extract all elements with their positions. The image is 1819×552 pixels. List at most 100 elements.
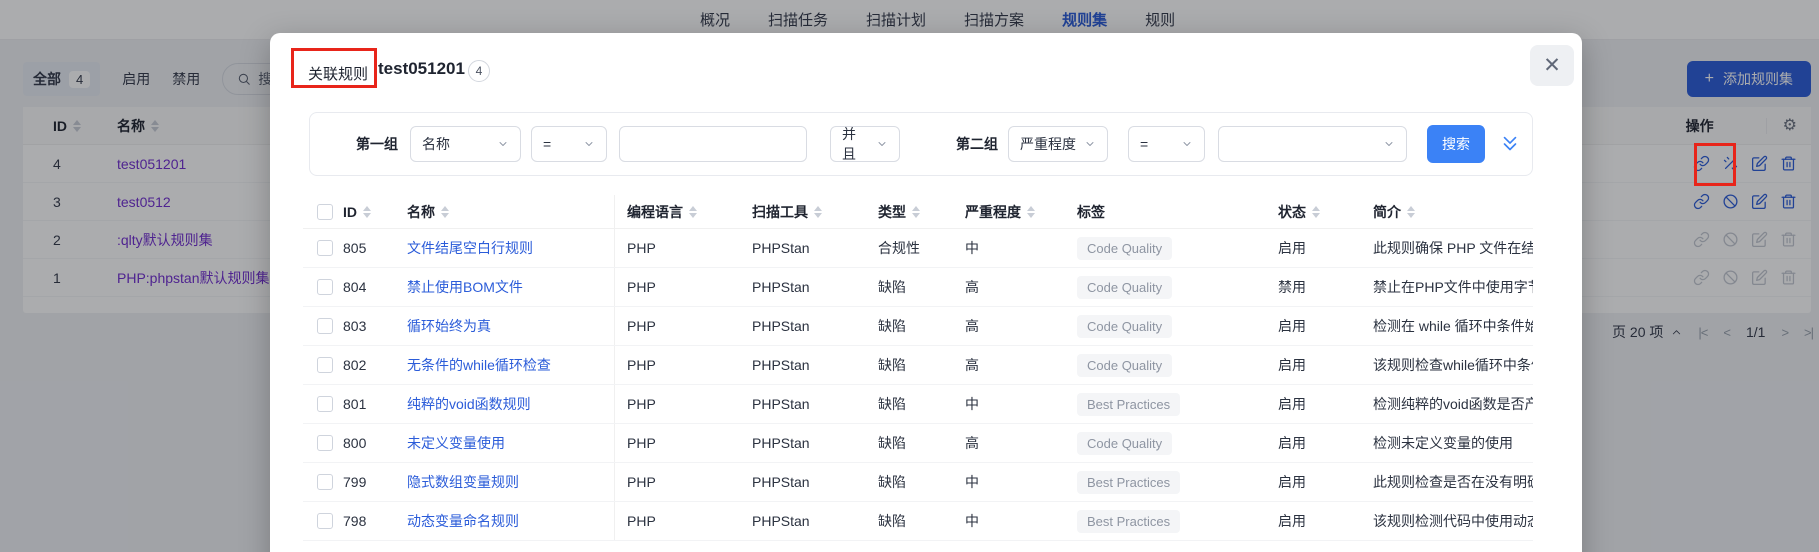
rule-severity: 高: [965, 279, 979, 295]
col-header-label: 名称: [407, 203, 435, 220]
rule-id: 804: [343, 279, 367, 295]
rule-intro: 检测在 while 循环中条件始: [1373, 318, 1533, 334]
rule-checkbox[interactable]: [317, 240, 333, 256]
rule-id: 800: [343, 435, 367, 451]
rule-name-link[interactable]: 未定义变量使用: [407, 433, 505, 453]
modal-title: 关联规则: [308, 66, 369, 83]
modal-search-button[interactable]: 搜索: [1427, 125, 1485, 163]
rule-row: 799 隐式数组变量规则 PHP PHPStan 缺陷 中 Best Practices 启用…: [303, 463, 1533, 502]
rule-checkbox[interactable]: [317, 474, 333, 490]
rule-tool: PHPStan: [752, 279, 810, 295]
associated-rules-table: ID 名称 编程语言 扫描工具 类型 严重程度 标签 状态 简介 805 文件结尾空白行规则 PHP…: [303, 195, 1533, 541]
rule-id: 801: [343, 396, 367, 412]
field-select-2[interactable]: 严重程度: [1008, 126, 1108, 162]
col-header-language[interactable]: 编程语言: [615, 202, 740, 222]
modal-ruleset-name: test051201: [378, 59, 465, 78]
rule-checkbox[interactable]: [317, 396, 333, 412]
rules-table-rows: 805 文件结尾空白行规则 PHP PHPStan 合规性中 Code Quality 启用…: [303, 229, 1533, 541]
rule-select-cell: [317, 474, 343, 490]
col-header-type[interactable]: 类型: [866, 202, 965, 222]
rule-tag-cell: Best Practices: [1077, 392, 1278, 416]
rule-tool: PHPStan: [752, 318, 810, 334]
rule-tag: Code Quality: [1077, 353, 1173, 377]
select-all-checkbox[interactable]: [317, 203, 333, 220]
rule-intro: 此规则确保 PHP 文件在结束: [1373, 240, 1533, 256]
rule-select-cell: [317, 435, 343, 451]
rule-row: 805 文件结尾空白行规则 PHP PHPStan 合规性 中 Code Quality 启用…: [303, 229, 1533, 268]
rule-name-link[interactable]: 无条件的while循环检查: [407, 355, 551, 375]
rule-name-cell: 隐式数组变量规则: [407, 463, 615, 501]
rule-type: 缺陷: [878, 435, 906, 451]
rule-row: 803 循环始终为真 PHP PHPStan 缺陷 高 Code Quality 启用 检测在 …: [303, 307, 1533, 346]
chevron-down-icon: [1086, 142, 1094, 146]
rule-name-link[interactable]: 动态变量命名规则: [407, 511, 519, 531]
sort-caret-icon: [441, 205, 449, 218]
rule-row: 800 未定义变量使用 PHP PHPStan 缺陷 高 Code Quality 启用 检测未…: [303, 424, 1533, 463]
field-select-1[interactable]: 名称: [410, 126, 521, 162]
col-header-label: 严重程度: [965, 203, 1021, 220]
chevron-down-icon: [878, 142, 886, 146]
connector-select[interactable]: 并且: [830, 126, 900, 162]
rule-status: 启用: [1278, 318, 1306, 334]
rule-name-cell: 无条件的while循环检查: [407, 346, 615, 384]
rule-name-link[interactable]: 纯粹的void函数规则: [407, 394, 531, 414]
rule-tool: PHPStan: [752, 357, 810, 373]
rule-name-link[interactable]: 禁止使用BOM文件: [407, 277, 523, 297]
select-all-cell: [317, 203, 343, 220]
rule-severity: 高: [965, 435, 979, 451]
double-chevron-down-icon[interactable]: [1499, 133, 1521, 155]
rule-checkbox[interactable]: [317, 279, 333, 295]
sort-caret-icon: [1312, 205, 1320, 218]
chevron-down-icon: [499, 142, 507, 146]
rule-status: 启用: [1278, 435, 1306, 451]
col-header-severity[interactable]: 严重程度: [965, 202, 1077, 222]
close-icon[interactable]: ✕: [1530, 45, 1574, 86]
rule-row: 804 禁止使用BOM文件 PHP PHPStan 缺陷 高 Code Quality 禁用 禁…: [303, 268, 1533, 307]
rule-type: 缺陷: [878, 279, 906, 295]
rule-status: 启用: [1278, 240, 1306, 256]
rule-name-cell: 循环始终为真: [407, 307, 615, 345]
rule-checkbox[interactable]: [317, 513, 333, 529]
rule-name-link[interactable]: 循环始终为真: [407, 316, 491, 336]
sort-caret-icon: [912, 205, 920, 218]
rule-checkbox[interactable]: [317, 318, 333, 334]
rule-checkbox[interactable]: [317, 435, 333, 451]
rule-type: 缺陷: [878, 318, 906, 334]
rule-tag: Code Quality: [1077, 314, 1173, 338]
col-header-tool[interactable]: 扫描工具: [740, 202, 866, 222]
rule-language: PHP: [627, 357, 656, 373]
rule-type: 缺陷: [878, 513, 906, 529]
rule-checkbox[interactable]: [317, 357, 333, 373]
chevron-down-icon: [585, 142, 593, 146]
sort-caret-icon: [814, 205, 822, 218]
rule-severity: 中: [965, 396, 979, 412]
operator-select-2[interactable]: =: [1128, 126, 1205, 162]
rule-tag-cell: Code Quality: [1077, 431, 1278, 455]
rule-tool: PHPStan: [752, 240, 810, 256]
rule-select-cell: [317, 318, 343, 334]
sort-caret-icon: [1407, 205, 1415, 218]
rule-intro: 此规则检查是否在没有明确: [1373, 474, 1533, 490]
rule-language: PHP: [627, 279, 656, 295]
modal-header: 关联规则 test051201 4 ✕: [270, 33, 1582, 107]
rule-name-link[interactable]: 文件结尾空白行规则: [407, 238, 533, 258]
rule-tag: Code Quality: [1077, 236, 1173, 260]
rule-select-cell: [317, 396, 343, 412]
chevron-down-icon: [1183, 142, 1191, 146]
filter-value-input-1[interactable]: [619, 126, 807, 162]
filter-value-select-2[interactable]: [1218, 126, 1407, 162]
operator-select-1[interactable]: =: [531, 126, 607, 162]
rule-type: 缺陷: [878, 396, 906, 412]
sort-caret-icon: [689, 205, 697, 218]
rule-tag-cell: Best Practices: [1077, 509, 1278, 533]
col-header-id[interactable]: ID: [343, 204, 407, 220]
rule-name-cell: 文件结尾空白行规则: [407, 229, 615, 267]
rule-status: 启用: [1278, 396, 1306, 412]
col-header-label: 标签: [1077, 203, 1105, 220]
sort-caret-icon: [1027, 205, 1035, 218]
rule-name-link[interactable]: 隐式数组变量规则: [407, 472, 519, 492]
col-header-status[interactable]: 状态: [1278, 202, 1373, 222]
col-header-name[interactable]: 名称: [407, 195, 615, 228]
rule-severity: 高: [965, 357, 979, 373]
col-header-intro[interactable]: 简介: [1373, 202, 1533, 222]
